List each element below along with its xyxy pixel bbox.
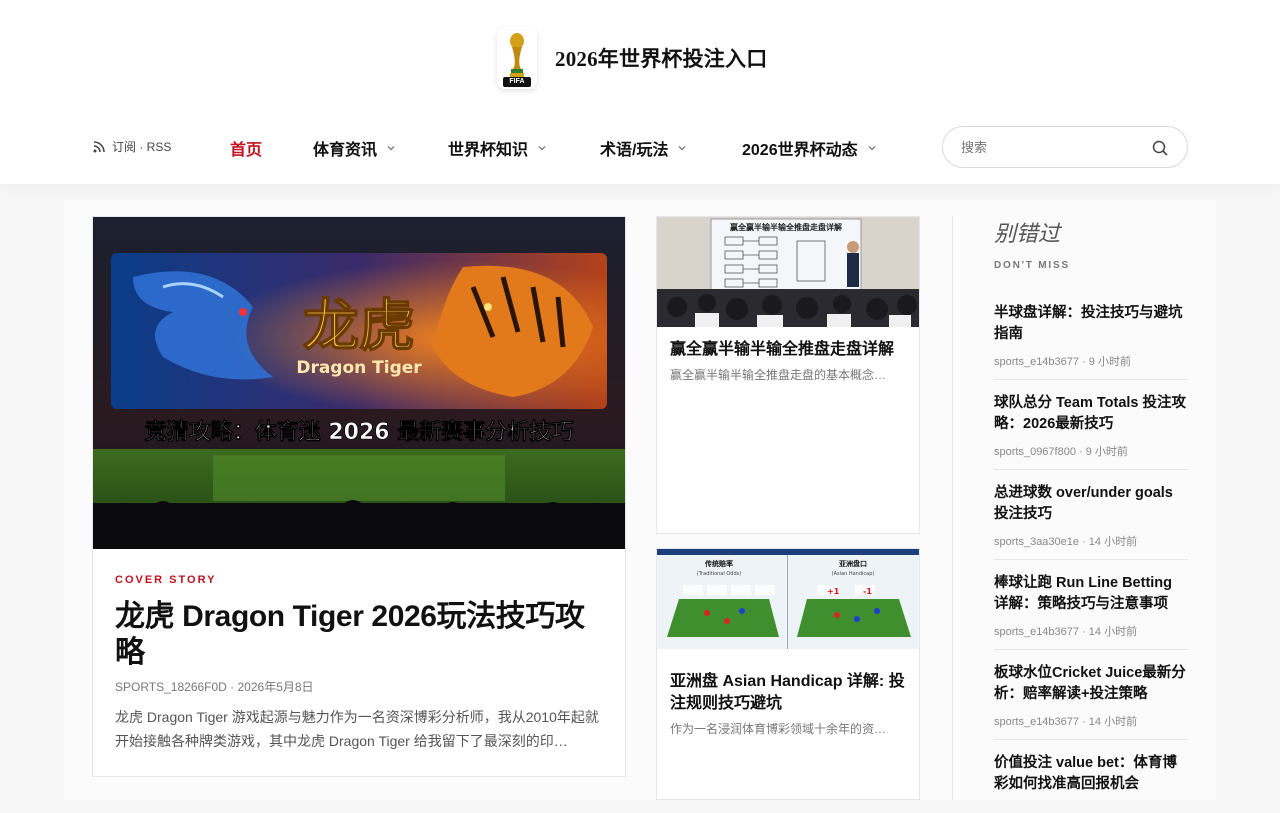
search-input[interactable]: [961, 139, 1141, 155]
article-card-excerpt: 赢全赢半输半输全推盘走盘的基本概念…: [670, 368, 887, 382]
sidebar-article-meta: sports_e14b3677 · 9 小时前: [994, 356, 1131, 368]
card-image-left-label: 传统赔率: [704, 559, 733, 568]
chevron-down-icon: [678, 146, 686, 151]
sidebar-subtitle: DON'T MISS: [994, 260, 1070, 271]
fifa-trophy-logo[interactable]: FIFA: [497, 27, 537, 89]
article-card-image[interactable]: 传统赔率 (Traditional Odds) 亚洲盘口 (Asian Hand…: [657, 549, 919, 659]
nav-item-terms-play[interactable]: 术语/玩法: [600, 136, 687, 160]
sidebar-article-meta: sports_0967f800 · 9 小时前: [994, 446, 1128, 458]
sidebar-title: 别错过: [994, 221, 1061, 246]
cover-story-meta: SPORTS_18266F0D · 2026年5月8日: [115, 680, 314, 694]
article-card-title[interactable]: 赢全赢半输半输全推盘走盘详解: [670, 339, 906, 361]
sidebar-article-title[interactable]: 球队总分 Team Totals 投注攻略：2026最新技巧: [994, 393, 1188, 435]
sidebar-article[interactable]: 棒球让跑 Run Line Betting 详解：策略技巧与注意事项 sport…: [994, 573, 1188, 650]
sidebar-article-title[interactable]: 价值投注 value bet：体育博彩如何找准高回报机会: [994, 753, 1188, 795]
site-title[interactable]: 2026年世界杯投注入口: [555, 43, 767, 73]
sidebar-article[interactable]: 价值投注 value bet：体育博彩如何找准高回报机会: [994, 753, 1188, 813]
rss-link[interactable]: 订阅 · RSS: [92, 138, 171, 155]
chevron-down-icon: [538, 146, 546, 151]
sidebar-article-meta: sports_e14b3677 · 14 小时前: [994, 626, 1138, 638]
sidebar-article[interactable]: 板球水位Cricket Juice最新分析：赔率解读+投注策略 sports_e…: [994, 663, 1188, 740]
logo-text: FIFA: [509, 78, 525, 85]
main-nav: 订阅 · RSS 首页 体育资讯 世界杯知识 术语/玩法 2026世界杯动态: [92, 126, 1188, 168]
cover-image[interactable]: 龙虎 Dragon Tiger 竞猜攻略：体育迷 2026 最新赛事分析技巧: [93, 217, 625, 549]
sidebar-article[interactable]: 总进球数 over/under goals 投注技巧 sports_3aa30e…: [994, 483, 1188, 560]
cover-image-banner: 竞猜攻略：体育迷 2026 最新赛事分析技巧: [145, 419, 574, 445]
cover-image-title: 龙虎: [303, 294, 415, 359]
site-header: FIFA 2026年世界杯投注入口 订阅 · RSS 首页 体育资讯 世界杯知识…: [0, 0, 1280, 184]
card-image-left-sub: (Traditional Odds): [697, 571, 741, 577]
cover-story-tag[interactable]: COVER STORY: [115, 574, 216, 586]
sidebar-article[interactable]: 半球盘详解：投注技巧与避坑指南 sports_e14b3677 · 9 小时前: [994, 303, 1188, 380]
column-divider: [952, 216, 953, 800]
chevron-down-icon: [387, 146, 395, 151]
card-image-right-label: 亚洲盘口: [839, 559, 867, 568]
search-box[interactable]: [942, 126, 1188, 168]
sidebar-article-title[interactable]: 板球水位Cricket Juice最新分析：赔率解读+投注策略: [994, 663, 1188, 705]
nav-item-label: 首页: [230, 142, 263, 159]
article-card[interactable]: 传统赔率 (Traditional Odds) 亚洲盘口 (Asian Hand…: [656, 548, 920, 800]
sidebar-article[interactable]: 球队总分 Team Totals 投注攻略：2026最新技巧 sports_09…: [994, 393, 1188, 470]
search-icon[interactable]: [1151, 139, 1169, 157]
cover-story-card[interactable]: 龙虎 Dragon Tiger 竞猜攻略：体育迷 2026 最新赛事分析技巧 C…: [92, 216, 626, 777]
nav-item-sports-news[interactable]: 体育资讯: [313, 136, 396, 160]
nav-item-worldcup-knowledge[interactable]: 世界杯知识: [448, 136, 547, 160]
card-image-heading: 赢全赢半输半输全推盘走盘详解: [730, 222, 842, 232]
article-card-image[interactable]: 赢全赢半输半输全推盘走盘详解: [657, 217, 919, 327]
sidebar-article-meta: sports_e14b3677 · 14 小时前: [994, 716, 1138, 728]
nav-item-label: 世界杯知识: [448, 142, 529, 159]
rss-label: 订阅 · RSS: [112, 140, 172, 154]
sidebar-article-meta: sports_3aa30e1e · 14 小时前: [994, 536, 1138, 548]
article-card-title[interactable]: 亚洲盘 Asian Handicap 详解: 投注规则技巧避坑: [670, 671, 906, 715]
nav-item-home[interactable]: 首页: [230, 136, 262, 160]
rss-icon: [93, 140, 105, 152]
cover-story-excerpt: 龙虎 Dragon Tiger 游戏起源与魅力作为一名资深博彩分析师，我从201…: [115, 709, 599, 749]
sidebar-article-title[interactable]: 总进球数 over/under goals 投注技巧: [994, 483, 1188, 525]
article-card-excerpt: 作为一名浸润体育博彩领域十余年的资…: [670, 722, 887, 736]
cover-story-title[interactable]: 龙虎 Dragon Tiger 2026玩法技巧攻略: [115, 599, 605, 671]
dont-miss-sidebar: 别错过 DON'T MISS 半球盘详解：投注技巧与避坑指南 sports_e1…: [994, 216, 1188, 792]
article-card[interactable]: 赢全赢半输半输全推盘走盘详解 赢全赢半输半输全推盘走盘详解 赢全赢半输半输全推盘…: [656, 216, 920, 534]
nav-item-label: 2026世界杯动态: [742, 142, 858, 159]
card-image-right-sub: (Asian Handicap): [832, 571, 875, 577]
nav-item-worldcup-2026[interactable]: 2026世界杯动态: [742, 136, 877, 160]
sidebar-article-title[interactable]: 半球盘详解：投注技巧与避坑指南: [994, 303, 1188, 345]
site-brand[interactable]: FIFA 2026年世界杯投注入口: [497, 27, 767, 89]
svg-text:+1: +1: [827, 587, 840, 596]
svg-text:-1: -1: [863, 587, 872, 596]
cover-image-subtitle: Dragon Tiger: [296, 358, 422, 378]
chevron-down-icon: [868, 146, 876, 151]
nav-item-label: 术语/玩法: [600, 142, 669, 159]
nav-item-label: 体育资讯: [313, 142, 378, 159]
sidebar-article-title[interactable]: 棒球让跑 Run Line Betting 详解：策略技巧与注意事项: [994, 573, 1188, 615]
